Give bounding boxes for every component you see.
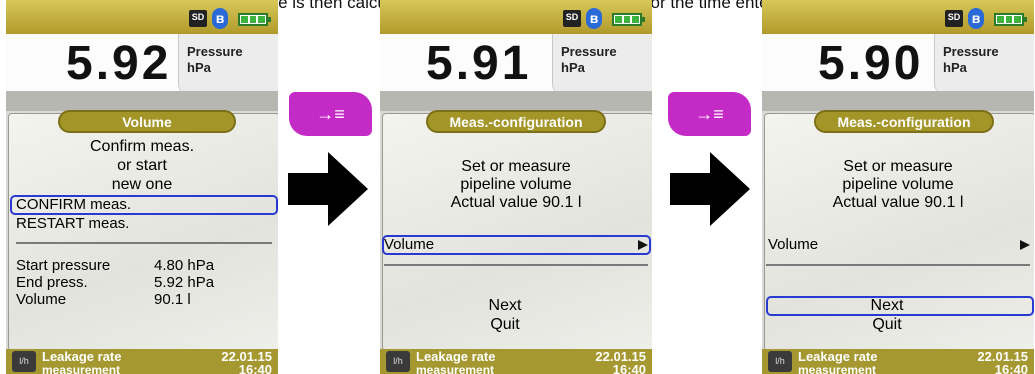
- arrow-right-icon: [288, 152, 368, 226]
- chevron-right-icon: [638, 240, 648, 250]
- softkey-button-1[interactable]: →≡: [289, 92, 372, 136]
- battery-icon: [612, 13, 645, 26]
- prompt-line-2: pipeline volume: [842, 176, 954, 193]
- footer-bar: l/h Leakage rate measurement 22.01.15 16…: [380, 349, 652, 374]
- footer-title-line1: Leakage rate: [42, 349, 122, 364]
- divider: [766, 264, 1030, 266]
- footer-title-line2: measurement: [798, 363, 877, 374]
- end-pressure-value: 5.92 hPa: [154, 274, 215, 291]
- battery-icon: [994, 13, 1027, 26]
- arrow-right-icon: [670, 152, 750, 226]
- chevron-right-icon: [1020, 240, 1030, 250]
- unit-label: hPa: [943, 60, 967, 75]
- footer-title-line1: Leakage rate: [416, 349, 496, 364]
- bluetooth-icon: ʙ: [212, 8, 228, 29]
- confirm-meas-option[interactable]: CONFIRM meas.: [16, 196, 131, 213]
- unit-name: Pressure: [561, 44, 617, 59]
- unit-label: hPa: [187, 60, 211, 75]
- pressure-value: 5.91: [426, 37, 532, 90]
- footer-time: 16:40: [238, 362, 272, 374]
- divider: [384, 264, 648, 266]
- prompt-line-1: Set or measure: [843, 158, 953, 175]
- footer-title-line2: measurement: [42, 363, 121, 374]
- status-bar: SD ʙ: [6, 0, 278, 34]
- start-pressure-label: Start pressure: [16, 257, 111, 274]
- prompt-line-3: Actual value 90.1 l: [450, 194, 582, 211]
- volume-value: 90.1 l: [154, 291, 191, 308]
- leakage-rate-icon: l/h: [768, 351, 792, 372]
- battery-icon: [238, 13, 271, 26]
- next-option[interactable]: Next: [762, 297, 1012, 315]
- volume-option[interactable]: Volume: [768, 236, 818, 253]
- pressure-value: 5.92: [66, 37, 172, 90]
- quit-option[interactable]: Quit: [380, 316, 630, 334]
- footer-title-line2: measurement: [416, 363, 495, 374]
- bluetooth-icon: ʙ: [586, 8, 602, 29]
- unit-box: Pressure hPa: [178, 34, 278, 94]
- quit-option[interactable]: Quit: [762, 316, 1012, 334]
- prompt-line-2: or start: [117, 157, 167, 174]
- next-option[interactable]: Next: [380, 297, 630, 315]
- unit-box: Pressure hPa: [552, 34, 652, 94]
- status-bar: SD ʙ: [762, 0, 1034, 34]
- unit-name: Pressure: [187, 44, 243, 59]
- footer-bar: l/h Leakage rate measurement 22.01.15 16…: [6, 349, 278, 374]
- footer-bar: l/h Leakage rate measurement 22.01.15 16…: [762, 349, 1034, 374]
- prompt-line-1: Set or measure: [461, 158, 571, 175]
- prompt-line-2: pipeline volume: [460, 176, 572, 193]
- prompt-line-3: Actual value 90.1 l: [832, 194, 964, 211]
- footer-title-line1: Leakage rate: [798, 349, 878, 364]
- device-screen-3: SD ʙ 5.90 Pressure hPa Meas.-configurati…: [762, 0, 1034, 374]
- device-screen-2: SD ʙ 5.91 Pressure hPa Meas.-configurati…: [380, 0, 652, 374]
- prompt-line-3: new one: [111, 176, 173, 193]
- leakage-rate-icon: l/h: [12, 351, 36, 372]
- menu-title: Meas.-configuration: [814, 110, 994, 133]
- unit-name: Pressure: [943, 44, 999, 59]
- start-pressure-value: 4.80 hPa: [154, 257, 215, 274]
- bluetooth-icon: ʙ: [968, 8, 984, 29]
- softkey-button-2[interactable]: →≡: [668, 92, 751, 136]
- unit-box: Pressure hPa: [934, 34, 1034, 94]
- separator-band: [762, 91, 1034, 111]
- sd-card-icon: SD: [945, 10, 963, 27]
- footer-time: 16:40: [994, 362, 1028, 374]
- menu-title: Volume: [58, 110, 236, 133]
- volume-label: Volume: [16, 291, 67, 308]
- status-bar: SD ʙ: [380, 0, 652, 34]
- footer-time: 16:40: [612, 362, 646, 374]
- leakage-rate-icon: l/h: [386, 351, 410, 372]
- pressure-value: 5.90: [818, 37, 924, 90]
- separator-band: [380, 91, 652, 111]
- sd-card-icon: SD: [189, 10, 207, 27]
- prompt-line-1: Confirm meas.: [89, 138, 195, 155]
- end-pressure-label: End press.: [16, 274, 88, 291]
- unit-label: hPa: [561, 60, 585, 75]
- divider: [16, 242, 272, 244]
- separator-band: [6, 91, 278, 111]
- sd-card-icon: SD: [563, 10, 581, 27]
- restart-meas-option[interactable]: RESTART meas.: [16, 215, 129, 232]
- volume-option[interactable]: Volume: [384, 236, 434, 253]
- menu-title: Meas.-configuration: [426, 110, 606, 133]
- device-screen-1: SD ʙ 5.92 Pressure hPa Volume Confirm me…: [6, 0, 278, 374]
